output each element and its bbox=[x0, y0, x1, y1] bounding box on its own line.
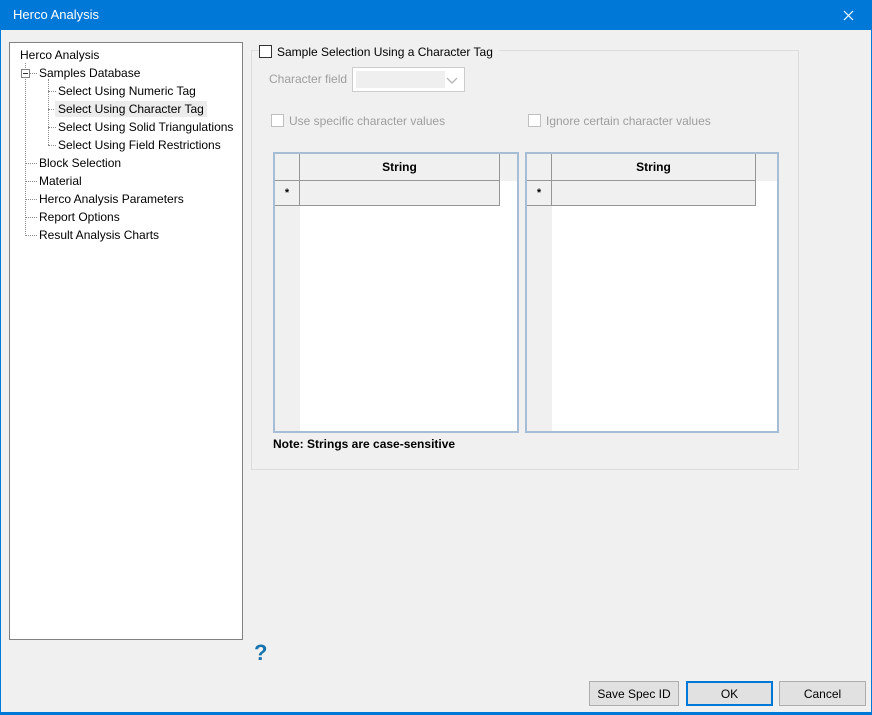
tree-item-select-using-field-restrictions[interactable]: Select Using Field Restrictions bbox=[58, 137, 221, 153]
dialog-window: Herco Analysis Herco Analysis Samples Da… bbox=[0, 0, 872, 715]
tree-item-select-using-character-tag[interactable]: Select Using Character Tag bbox=[55, 101, 207, 117]
tree-connector bbox=[48, 91, 56, 92]
tree-connector bbox=[25, 181, 37, 182]
case-sensitive-note: Note: Strings are case-sensitive bbox=[273, 437, 456, 451]
tree-item-block-selection[interactable]: Block Selection bbox=[39, 155, 121, 171]
minus-icon bbox=[23, 73, 28, 74]
tree-connector bbox=[30, 73, 37, 74]
tree-item-result-analysis-charts[interactable]: Result Analysis Charts bbox=[39, 227, 159, 243]
chevron-down-icon bbox=[446, 77, 458, 84]
help-button[interactable]: ? bbox=[254, 640, 267, 666]
specific-values-grid: String * bbox=[273, 152, 519, 433]
tree-connector bbox=[25, 217, 37, 218]
grid-corner-cell bbox=[275, 154, 300, 181]
character-field-value bbox=[356, 71, 445, 88]
title-bar: Herco Analysis bbox=[1, 0, 871, 30]
checkbox-icon[interactable] bbox=[271, 114, 284, 127]
navigation-tree: Herco Analysis Samples Database Select U… bbox=[9, 42, 243, 640]
tree-expand-toggle[interactable] bbox=[21, 69, 30, 78]
checkbox-icon[interactable] bbox=[259, 45, 272, 58]
save-spec-id-button[interactable]: Save Spec ID bbox=[589, 681, 679, 706]
checkbox-icon[interactable] bbox=[528, 114, 541, 127]
use-specific-checkbox-label: Use specific character values bbox=[289, 113, 446, 128]
tree-connector bbox=[25, 235, 37, 236]
grid-column-header[interactable]: String bbox=[300, 154, 500, 181]
grid-new-row-cell[interactable] bbox=[552, 181, 756, 206]
tree-item-herco-analysis-parameters[interactable]: Herco Analysis Parameters bbox=[39, 191, 184, 207]
ignore-certain-checkbox[interactable]: Ignore certain character values bbox=[528, 113, 711, 128]
window-title: Herco Analysis bbox=[13, 7, 99, 22]
grid-column-header[interactable]: String bbox=[552, 154, 756, 181]
tree-item-samples-database[interactable]: Samples Database bbox=[39, 65, 140, 81]
tree-item-select-using-numeric-tag[interactable]: Select Using Numeric Tag bbox=[58, 83, 196, 99]
grid-new-row-marker: * bbox=[275, 181, 300, 206]
tree-connector bbox=[25, 199, 37, 200]
tree-item-material[interactable]: Material bbox=[39, 173, 82, 189]
ignore-certain-checkbox-label: Ignore certain character values bbox=[546, 113, 711, 128]
tree-item-report-options[interactable]: Report Options bbox=[39, 209, 120, 225]
grid-new-row-cell[interactable] bbox=[300, 181, 500, 206]
tree-connector bbox=[48, 79, 49, 145]
cancel-button[interactable]: Cancel bbox=[779, 681, 866, 706]
sample-selection-checkbox-label: Sample Selection Using a Character Tag bbox=[277, 44, 493, 59]
ignore-values-grid: String * bbox=[525, 152, 779, 433]
close-button[interactable] bbox=[825, 0, 871, 30]
grid-corner-cell bbox=[527, 154, 552, 181]
tree-connector bbox=[25, 63, 26, 236]
tree-item-herco-analysis[interactable]: Herco Analysis bbox=[20, 47, 99, 63]
grid-new-row-marker: * bbox=[527, 181, 552, 206]
tree-connector bbox=[25, 163, 37, 164]
close-icon bbox=[843, 10, 853, 20]
sample-selection-checkbox[interactable]: Sample Selection Using a Character Tag bbox=[259, 44, 499, 59]
character-field-label: Character field bbox=[269, 72, 348, 86]
character-field-select[interactable] bbox=[352, 67, 465, 92]
tree-connector bbox=[48, 145, 56, 146]
tree-item-select-using-solid-triangulations[interactable]: Select Using Solid Triangulations bbox=[58, 119, 233, 135]
ok-button[interactable]: OK bbox=[686, 681, 773, 706]
tree-connector bbox=[48, 127, 56, 128]
use-specific-checkbox[interactable]: Use specific character values bbox=[271, 113, 445, 128]
